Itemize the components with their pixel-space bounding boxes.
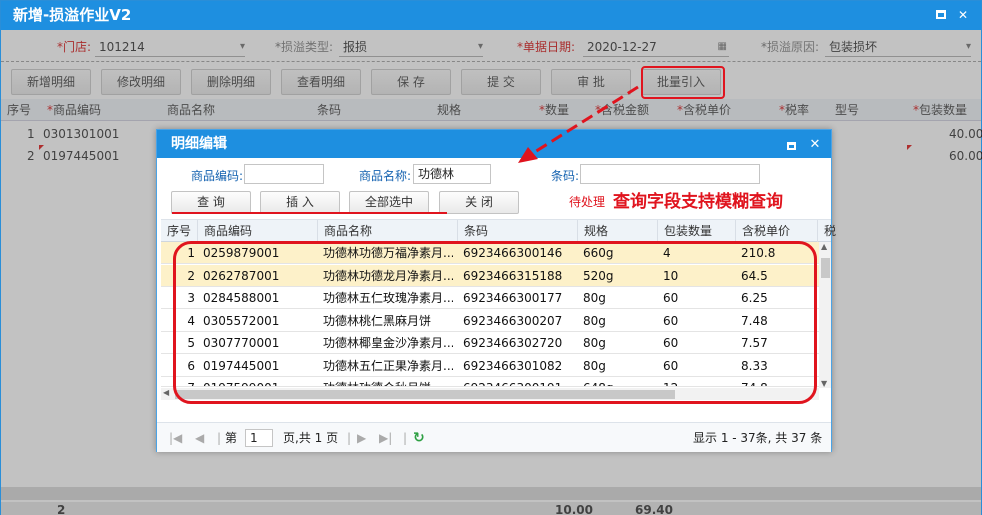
page-input[interactable]: 1 (245, 429, 273, 447)
annotation-text: 查询字段支持模糊查询 (613, 192, 783, 212)
code-label: 商品编码: (191, 169, 244, 183)
insert-button[interactable]: 插 入 (260, 191, 340, 214)
scroll-left-icon[interactable]: ◀ (163, 388, 169, 397)
scroll-up-icon[interactable]: ▲ (821, 242, 827, 251)
page-suffix: 页,共 1 页 (283, 431, 339, 445)
vertical-scrollbar[interactable]: ▲ ▼ (819, 242, 831, 388)
refresh-icon[interactable]: ↻ (413, 423, 425, 453)
maximize-icon[interactable] (787, 139, 799, 151)
close-icon[interactable]: ✕ (957, 9, 969, 21)
detail-edit-dialog: 明细编辑 ✕ 商品编码: 商品名称: 功德林 条码: 查 询 插 入 全部选中 … (156, 129, 836, 452)
button-underline (172, 212, 447, 214)
name-label: 商品名称: (359, 169, 412, 183)
maximize-icon[interactable] (935, 9, 947, 21)
code-input[interactable] (244, 164, 324, 184)
window-title: 新增-损溢作业V2 (1, 1, 981, 30)
pager: |◀ ◀ | 第 1 页,共 1 页 | ▶ ▶| | ↻ 显示 1 - 37条… (157, 422, 831, 452)
pager-summary: 显示 1 - 37条, 共 37 条 (693, 431, 823, 445)
close-button[interactable]: 关 闭 (439, 191, 519, 214)
pointer-arrow (518, 85, 639, 163)
select-all-button[interactable]: 全部选中 (349, 191, 429, 214)
dialog-grid-header: 序号 商品编码 商品名称 条码 规格 包装数量 含税单价 税 (161, 219, 836, 242)
dialog-title: 明细编辑 (157, 130, 831, 158)
close-icon[interactable]: ✕ (809, 138, 821, 151)
next-page-icon[interactable]: ▶ (357, 423, 366, 453)
query-button[interactable]: 查 询 (171, 191, 251, 214)
scroll-thumb[interactable] (821, 258, 830, 278)
last-page-icon[interactable]: ▶| (379, 423, 392, 453)
first-page-icon[interactable]: |◀ (169, 423, 182, 453)
name-input[interactable]: 功德林 (413, 164, 491, 184)
scroll-down-icon[interactable]: ▼ (821, 379, 827, 388)
prev-page-icon[interactable]: ◀ (195, 423, 204, 453)
page-prefix: 第 (225, 431, 238, 445)
status-text: 待处理 (569, 195, 606, 209)
grid-highlight (173, 241, 817, 404)
